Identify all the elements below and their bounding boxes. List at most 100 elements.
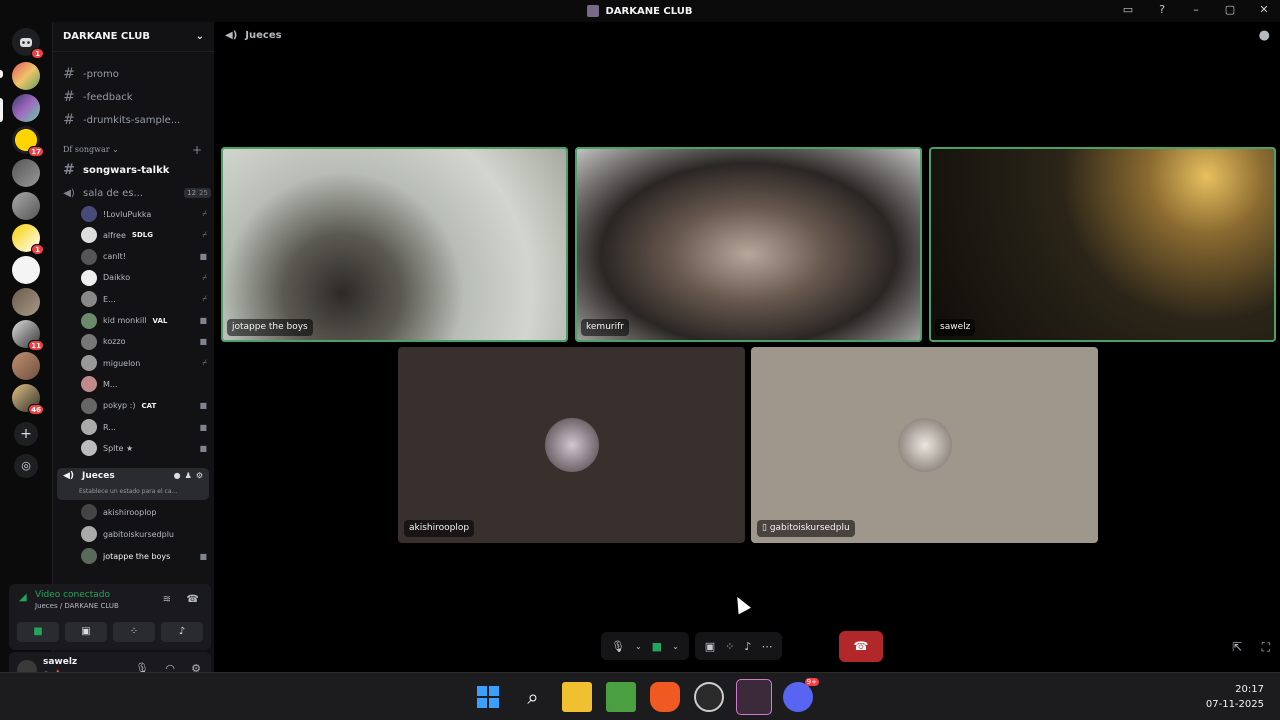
close-button[interactable]: ✕ (1256, 3, 1272, 16)
voice-member[interactable]: !LovluPukka ⌿ (81, 204, 207, 224)
search-icon[interactable]: ⌕ (518, 682, 548, 712)
voice-member[interactable]: canlt! ■ (81, 247, 207, 267)
disconnect-button[interactable]: ☎ (839, 631, 883, 662)
invite-icon[interactable]: ♟ (185, 471, 192, 480)
channel-songwars[interactable]: # songwars-talkk (61, 160, 211, 180)
screenshare-button[interactable]: ▣ (65, 622, 107, 642)
mobile-icon: ▯ (762, 523, 767, 533)
minimize-button[interactable]: – (1188, 3, 1204, 16)
activities-icon[interactable]: ⁘ (725, 640, 734, 653)
avatar-tile[interactable]: akishirooplop (398, 347, 745, 543)
voice-member[interactable]: akishirooplop (81, 502, 207, 522)
video-tile[interactable]: kemurifr (575, 147, 922, 342)
avatar-tile[interactable]: ▯ gabitoiskursedplu (751, 347, 1098, 543)
voice-member[interactable]: Daikko ⌿ (81, 268, 207, 288)
brave-browser-icon[interactable] (650, 682, 680, 712)
avatar (81, 227, 97, 244)
voice-channel-sala[interactable]: ◀) sala de es... 12 25 (61, 183, 211, 203)
chevron-down-icon[interactable]: ⌄ (635, 642, 642, 651)
server-icon-4[interactable] (12, 192, 40, 220)
deafened-icon: ⌿ (202, 294, 207, 304)
avatar (81, 440, 97, 457)
app-root: DARKANE CLUB ▭ ? – ▢ ✕ 1 17 1 11 46 + ◎ … (0, 0, 1280, 720)
control-bar: 🎙 ⌄ ■ ⌄ ▣ ⁘ ♪ ⋯ (601, 630, 783, 662)
voice-member[interactable]: kozzo ■ (81, 332, 207, 352)
tile-username-wrap: ▯ gabitoiskursedplu (757, 520, 855, 537)
voice-member[interactable]: pokyp :) CAT ■ (81, 396, 207, 416)
active-app-icon[interactable] (736, 679, 772, 715)
channel-status[interactable]: Establece un estado para el ca... (79, 488, 177, 495)
chat-icon[interactable]: ● (174, 471, 181, 480)
deafened-icon: ⌿ (202, 230, 207, 240)
channel-drumkits[interactable]: # -drumkits-sample... (61, 110, 211, 130)
avatar (897, 418, 952, 472)
chat-bubble-icon[interactable]: ● (1259, 28, 1270, 43)
channel-promo[interactable]: # -promo (61, 64, 211, 84)
voice-member[interactable]: E... ⌿ (81, 289, 207, 309)
video-tile[interactable]: sawelz (929, 147, 1276, 342)
channel-feedback[interactable]: # -feedback (61, 87, 211, 107)
start-icon[interactable] (473, 682, 503, 712)
soundboard-icon[interactable]: ♪ (744, 640, 751, 653)
minecraft-icon[interactable] (606, 682, 636, 712)
noise-suppression-icon[interactable]: ≋ (163, 594, 171, 605)
voice-member[interactable]: miguelon ⌿ (81, 353, 207, 373)
voice-member[interactable]: M... (81, 374, 207, 394)
soundboard-button[interactable]: ♪ (161, 622, 203, 642)
server-icon-10[interactable]: 46 (12, 384, 44, 415)
server-icon-darkane[interactable] (12, 94, 40, 122)
popout-icon[interactable]: ⇱ (1232, 640, 1242, 654)
help-icon[interactable]: ? (1154, 3, 1170, 16)
server-icon-7[interactable] (12, 288, 40, 316)
inbox-icon[interactable]: ▭ (1120, 3, 1136, 16)
share-group: ▣ ⁘ ♪ ⋯ (694, 632, 783, 660)
username[interactable]: sawelz (43, 657, 77, 667)
screenshare-icon[interactable]: ▣ (705, 640, 715, 653)
channel-label: -drumkits-sample... (83, 114, 181, 126)
clock[interactable]: 20:17 07-11-2025 (1206, 682, 1264, 712)
voice-channel-jueces[interactable]: ◀) Jueces ● ♟ ⚙ Establece un estado para… (57, 468, 209, 500)
add-server-icon[interactable]: + (14, 422, 38, 446)
server-icon-2[interactable]: 17 (12, 126, 44, 157)
disconnect-icon[interactable]: ☎ (187, 594, 199, 605)
server-icon-8[interactable]: 11 (12, 320, 44, 351)
voice-member[interactable]: jotappe the boys ■ (81, 546, 207, 566)
avatar (81, 333, 97, 350)
voice-location[interactable]: Jueces / DARKANE CLUB (35, 602, 119, 610)
more-icon[interactable]: ⋯ (761, 640, 772, 653)
voice-member[interactable]: gabitoiskursedplu (81, 524, 207, 544)
activities-button[interactable]: ⁘ (113, 622, 155, 642)
video-tile[interactable]: jotappe the boys (221, 147, 568, 342)
voice-status[interactable]: Video conectado (35, 590, 110, 600)
voice-member[interactable]: R... ■ (81, 417, 207, 437)
avatar (81, 248, 97, 265)
avatar (81, 376, 97, 393)
camera-icon[interactable]: ■ (652, 640, 662, 653)
discord-home-icon[interactable]: 1 (12, 28, 44, 59)
obs-icon[interactable] (694, 682, 724, 712)
taskbar: ⌕ 9+ 20:17 07-11-2025 (0, 672, 1280, 720)
fullscreen-icon[interactable]: ⛶ (1262, 640, 1270, 655)
tile-username: kemurifr (581, 319, 629, 336)
server-icon-6[interactable] (12, 256, 40, 284)
voice-member[interactable]: alfree SDLG ⌿ (81, 225, 207, 245)
server-icon-1[interactable] (12, 62, 40, 90)
add-channel-icon[interactable]: + (192, 143, 202, 157)
voice-member[interactable]: Splte ★ ■ (81, 438, 207, 458)
camera-button[interactable]: ■ (17, 622, 59, 642)
mic-icon[interactable]: 🎙 (611, 640, 625, 653)
server-icon-9[interactable] (12, 352, 40, 380)
discord-taskbar-icon[interactable]: 9+ (783, 678, 819, 712)
server-icon-5[interactable]: 1 (12, 224, 44, 255)
voice-member[interactable]: kid monkill VAL ■ (81, 311, 207, 331)
discover-icon[interactable]: ◎ (14, 454, 38, 478)
server-icon-3[interactable] (12, 159, 40, 187)
category-header[interactable]: Df songwar ⌄ (63, 145, 119, 154)
chevron-down-icon[interactable]: ⌄ (672, 642, 679, 651)
file-explorer-icon[interactable] (562, 682, 592, 712)
settings-icon[interactable]: ⚙ (196, 471, 203, 480)
maximize-button[interactable]: ▢ (1222, 3, 1238, 16)
mic-group: 🎙 ⌄ ■ ⌄ (601, 632, 689, 660)
selected-pill (0, 98, 3, 122)
guild-header[interactable]: DARKANE CLUB ⌄ (53, 22, 214, 52)
